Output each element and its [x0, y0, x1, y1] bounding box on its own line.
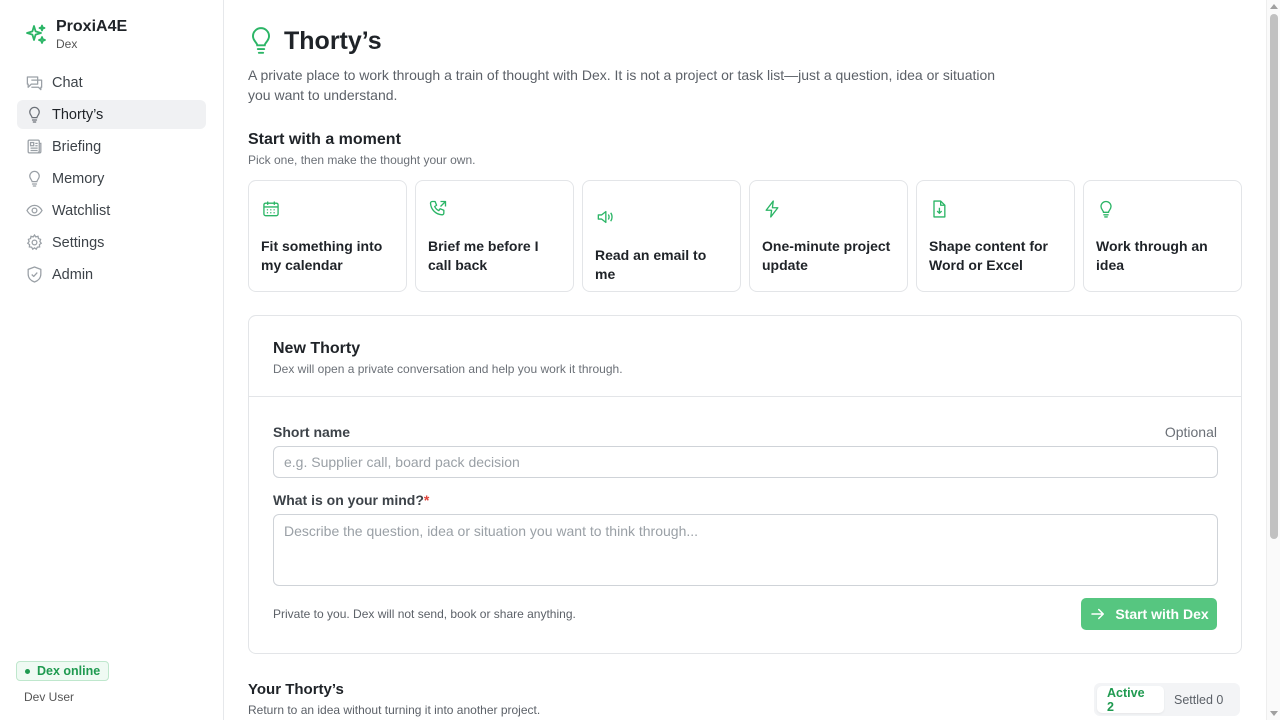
lightbulb-icon — [1100, 200, 1112, 218]
scroll-thumb[interactable] — [1270, 14, 1278, 539]
mind-label: What is on your mind?* — [273, 492, 429, 508]
new-thorty-subtitle: Dex will open a private conversation and… — [273, 362, 623, 376]
calendar-icon — [263, 201, 279, 217]
privacy-note: Private to you. Dex will not send, book … — [273, 607, 576, 621]
tab-active[interactable]: Active 2 — [1097, 686, 1164, 714]
arrow-right-icon — [1091, 608, 1105, 620]
moment-card-label: One-minute project update — [762, 238, 891, 273]
moment-card-project-update[interactable]: One-minute project update — [749, 180, 908, 292]
speaker-icon — [597, 210, 613, 224]
sparkles-icon — [26, 24, 46, 44]
short-name-label: Short name — [273, 424, 351, 440]
sidebar-item-briefing[interactable]: Briefing — [17, 132, 206, 161]
status-badge: Dex online — [16, 661, 110, 681]
moment-card-shape-content[interactable]: Shape content for Word or Excel — [916, 180, 1075, 292]
page-description: A private place to work through a train … — [248, 67, 996, 103]
start-button-label: Start with Dex — [1115, 606, 1209, 622]
moment-card-label: Fit something into my calendar — [261, 238, 383, 273]
moment-card-label: Read an email to me — [595, 247, 707, 282]
lightbulb-icon — [251, 27, 271, 54]
sidebar-item-label: Admin — [52, 266, 94, 283]
page-header: Thorty’s — [248, 26, 382, 56]
chat-icon — [26, 76, 43, 91]
eye-icon — [26, 204, 43, 217]
brand[interactable]: ProxiA4E Dex — [24, 17, 127, 52]
short-name-input[interactable] — [273, 446, 1218, 478]
newspaper-icon — [27, 139, 42, 154]
scroll-down-arrow[interactable] — [1270, 711, 1278, 716]
main-content: Thorty’s A private place to work through… — [224, 0, 1266, 720]
app-subtitle: Dex — [56, 37, 78, 51]
moments-title: Start with a moment — [248, 131, 401, 148]
sidebar-item-settings[interactable]: Settings — [17, 228, 206, 257]
start-with-dex-button[interactable]: Start with Dex — [1081, 598, 1217, 630]
sidebar-item-label: Thorty’s — [52, 106, 104, 123]
moment-card-label: Brief me before I call back — [428, 238, 539, 273]
scrollbar[interactable] — [1266, 0, 1280, 720]
new-thorty-title: New Thorty — [273, 340, 361, 357]
sidebar-item-label: Briefing — [52, 138, 102, 155]
sidebar-item-admin[interactable]: Admin — [17, 260, 206, 289]
sidebar-item-thortys[interactable]: Thorty’s — [17, 100, 206, 129]
moment-card-brief-call[interactable]: Brief me before I call back — [415, 180, 574, 292]
new-thorty-header: New Thorty Dex will open a private conve… — [249, 316, 1241, 397]
sidebar-item-label: Watchlist — [52, 202, 111, 219]
mind-label-text: What is on your mind? — [273, 492, 424, 508]
required-marker: * — [423, 492, 430, 508]
lightbulb-icon — [29, 170, 40, 187]
sidebar-nav: Chat Thorty’s Briefing Memory Watchlist … — [17, 68, 206, 292]
phone-outgoing-icon — [429, 200, 447, 216]
your-thortys-subtitle: Return to an idea without turning it int… — [248, 703, 541, 717]
scroll-up-arrow[interactable] — [1270, 4, 1278, 9]
moment-card-calendar[interactable]: Fit something into my calendar — [248, 180, 407, 292]
your-thortys-title: Your Thorty’s — [248, 681, 344, 698]
app-name: ProxiA4E — [56, 18, 128, 35]
file-download-icon — [933, 200, 946, 218]
sidebar: ProxiA4E Dex Chat Thorty’s Briefing Memo… — [0, 0, 224, 720]
shield-check-icon — [27, 266, 42, 283]
status-text: Dex online — [37, 664, 101, 678]
sidebar-item-watchlist[interactable]: Watchlist — [17, 196, 206, 225]
user-name[interactable]: Dev User — [24, 690, 74, 704]
moment-cards: Fit something into my calendar Brief me … — [248, 180, 1242, 292]
thorty-filter-tabs: Active 2 Settled 0 — [1094, 683, 1240, 716]
status-dot — [25, 668, 30, 674]
moment-card-label: Shape content for Word or Excel — [929, 238, 1049, 273]
tab-settled[interactable]: Settled 0 — [1164, 686, 1233, 713]
lightning-icon — [765, 200, 779, 218]
lightbulb-icon — [29, 106, 40, 123]
moments-subtitle: Pick one, then make the thought your own… — [248, 153, 476, 167]
moment-card-label: Work through an idea — [1096, 238, 1208, 273]
moment-card-work-idea[interactable]: Work through an idea — [1083, 180, 1242, 292]
new-thorty-panel: New Thorty Dex will open a private conve… — [248, 315, 1242, 654]
sidebar-item-label: Settings — [52, 234, 105, 251]
sidebar-item-label: Memory — [52, 170, 105, 187]
sidebar-item-chat[interactable]: Chat — [17, 68, 206, 97]
sidebar-item-label: Chat — [52, 74, 83, 91]
moment-card-read-email[interactable]: Read an email to me — [582, 180, 741, 292]
sidebar-item-memory[interactable]: Memory — [17, 164, 206, 193]
gear-icon — [26, 233, 43, 251]
optional-hint: Optional — [1164, 424, 1217, 440]
page-title: Thorty’s — [284, 26, 382, 55]
mind-textarea[interactable] — [273, 514, 1218, 586]
